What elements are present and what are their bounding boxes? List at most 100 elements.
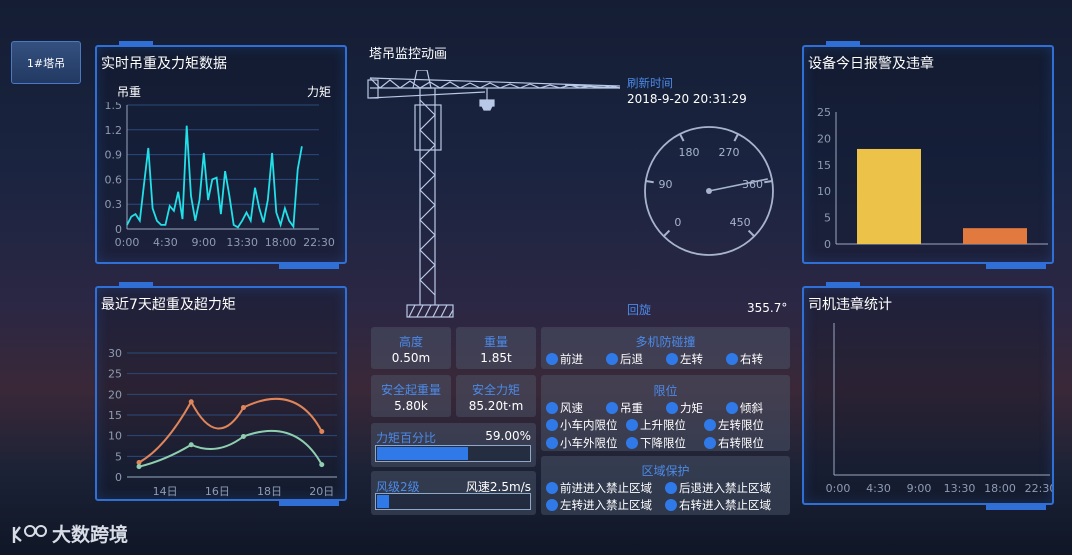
anti-collision-backward[interactable]: 后退	[606, 351, 643, 367]
brand-logo: 大数跨境	[8, 520, 128, 547]
status-dot-icon	[546, 482, 558, 494]
y-tick-label: 15	[108, 409, 122, 422]
driver-violation-panel: 司机违章统计 0:00 4:30 9:00 13:30 18:00 22:30	[802, 282, 1054, 510]
limit-wind[interactable]: 风速	[546, 400, 583, 416]
limit-turn-left[interactable]: 左转限位	[704, 417, 764, 433]
torque-percent-label: 力矩百分比	[376, 431, 437, 445]
data-point	[188, 399, 194, 405]
gauge-tick	[747, 229, 755, 237]
x-tick-label: 18:00	[984, 482, 1016, 495]
brand-logo-icon	[12, 524, 47, 543]
limit-tilt[interactable]: 倾斜	[726, 400, 763, 416]
y-tick-label: 0	[115, 471, 122, 484]
status-dot-icon	[546, 499, 558, 511]
limit-turn-right[interactable]: 右转限位	[704, 435, 764, 451]
y-tick-label: 0.6	[105, 173, 123, 186]
zone-left[interactable]: 左转进入禁止区域	[546, 497, 652, 513]
bar-1	[963, 228, 1027, 244]
alarms-chart: 0 5 10 15 20 25	[817, 106, 1048, 251]
status-dot-icon	[704, 437, 716, 449]
limit-down[interactable]: 下降限位	[626, 435, 686, 451]
rotation-label: 回旋	[627, 303, 652, 317]
x-tick-label: 20日	[309, 485, 334, 498]
x-tick-label: 13:30	[944, 482, 976, 495]
data-point	[319, 429, 325, 435]
y-tick-label: 10	[817, 185, 831, 198]
status-dot-icon	[666, 353, 678, 365]
status-dot-icon	[726, 353, 738, 365]
status-dot-icon	[665, 499, 677, 511]
zone-right[interactable]: 右转进入禁止区域	[665, 497, 771, 513]
x-tick-label: 22:30	[1025, 482, 1052, 495]
safe-load-label: 安全起重量	[380, 383, 441, 397]
safe-load-value: 5.80k	[394, 399, 428, 413]
weight-card: 重量 1.85t	[456, 327, 536, 369]
y-tick-label: 0	[115, 223, 122, 236]
gauge-tick	[663, 229, 671, 237]
x-tick-label: 9:00	[907, 482, 932, 495]
zone-protection-title: 区域保护	[641, 464, 690, 478]
gauge-tick-label: 90	[659, 178, 673, 191]
y-tick-label: 20	[817, 132, 831, 145]
y-tick-label: 5	[115, 450, 122, 463]
x-tick-label: 13:30	[226, 236, 258, 249]
y-tick-label: 30	[108, 347, 122, 360]
status-dot-icon	[606, 402, 618, 414]
x-tick-label: 4:30	[866, 482, 891, 495]
tower-selector-label: 1#塔吊	[26, 56, 66, 70]
weight-label: 重量	[483, 335, 508, 349]
limit-trolley-inner[interactable]: 小车内限位	[546, 417, 618, 433]
safe-load-card: 安全起重量 5.80k	[371, 375, 451, 417]
refresh-time-value: 2018-9-20 20:31:29	[627, 92, 747, 106]
zone-backward[interactable]: 后退进入禁止区域	[665, 480, 771, 496]
limits-group: 限位 风速 吊重 力矩 倾斜 小车内限位 上升限位 左转限位 小车外限位 下降限…	[541, 375, 790, 451]
y-tick-label: 1.5	[105, 102, 123, 112]
x-tick-label: 0:00	[115, 236, 140, 249]
height-card: 高度 0.50m	[371, 327, 451, 369]
limit-up[interactable]: 上升限位	[626, 417, 686, 433]
weight-value: 1.85t	[480, 351, 512, 365]
series-line	[138, 429, 323, 468]
anti-collision-left[interactable]: 左转	[666, 351, 703, 367]
zone-forward[interactable]: 前进进入禁止区域	[546, 480, 652, 496]
anti-collision-forward[interactable]: 前进	[546, 351, 583, 367]
torque-percent-card: 力矩百分比 59.00%	[371, 423, 536, 467]
limit-load[interactable]: 吊重	[606, 400, 643, 416]
y-tick-label: 10	[108, 430, 122, 443]
alarms-panel: 设备今日报警及违章 0 5 10 15 20 25	[802, 41, 1054, 269]
data-point	[240, 405, 246, 411]
series-line	[138, 397, 323, 464]
y-tick-label: 0.3	[105, 198, 123, 211]
x-tick-label: 18日	[257, 485, 282, 498]
status-dot-icon	[666, 402, 678, 414]
gauge-tick-label: 0	[674, 216, 681, 229]
y-tick-label: 1.2	[105, 124, 123, 137]
status-dot-icon	[626, 419, 638, 431]
x-tick-label: 18:00	[265, 236, 297, 249]
limit-torque[interactable]: 力矩	[666, 400, 703, 416]
overload-panel: 最近7天超重及超力矩 0 5 10 15 20 25 30 14日 16日 18日 20日	[95, 282, 347, 506]
y-tick-label: 15	[817, 159, 831, 172]
height-label: 高度	[398, 335, 423, 349]
gauge-tick-label: 450	[730, 216, 751, 229]
center-title: 塔吊监控动画	[369, 47, 448, 62]
weight-axis-label: 吊重	[117, 85, 142, 99]
status-dot-icon	[606, 353, 618, 365]
y-tick-label: 0	[824, 238, 831, 251]
x-tick-label: 16日	[205, 485, 230, 498]
torque-percent-bar	[375, 445, 531, 462]
y-tick-label: 0.9	[105, 149, 123, 162]
data-point	[240, 433, 246, 439]
anti-collision-right[interactable]: 右转	[726, 351, 763, 367]
wind-fill	[377, 495, 390, 508]
y-tick-label: 5	[824, 212, 831, 225]
realtime-weight-panel: 实时吊重及力矩数据 吊重 力矩 0 0.3 0.6 0.9 1.2 1.5 0:00 4:30…	[95, 41, 347, 269]
limit-trolley-outer[interactable]: 小车外限位	[546, 435, 618, 451]
gauge-tick-label: 180	[679, 146, 700, 159]
torque-percent-value: 59.00%	[485, 429, 531, 443]
zone-protection-group: 区域保护 前进进入禁止区域 后退进入禁止区域 左转进入禁止区域 右转进入禁止区域	[541, 456, 790, 515]
safe-torque-card: 安全力矩 85.20t·m	[456, 375, 536, 417]
tower-selector-button[interactable]: 1#塔吊	[11, 41, 81, 84]
rotation-value: 355.7°	[747, 301, 788, 315]
driver-violation-chart: 0:00 4:30 9:00 13:30 18:00 22:30	[826, 323, 1052, 495]
